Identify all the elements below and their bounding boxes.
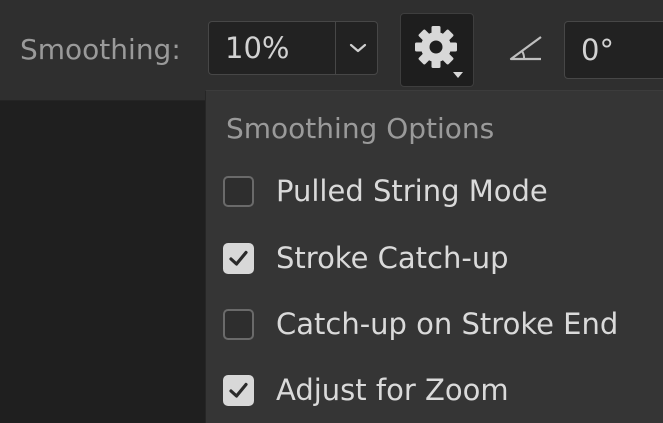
angle-icon [509, 36, 542, 61]
angle-field[interactable]: 0° [564, 21, 663, 79]
pulled-string-mode-checkbox[interactable] [223, 176, 254, 207]
smoothing-options-button[interactable] [400, 13, 474, 87]
option-adjust-for-zoom[interactable]: Adjust for Zoom [223, 368, 653, 416]
adjust-for-zoom-checkbox[interactable] [223, 375, 254, 406]
option-label: Stroke Catch-up [276, 241, 509, 275]
angle-value[interactable]: 0° [581, 30, 614, 70]
field-divider [335, 22, 336, 74]
option-stroke-catch-up[interactable]: Stroke Catch-up [223, 236, 653, 284]
option-catch-up-on-stroke-end[interactable]: Catch-up on Stroke End [223, 302, 653, 350]
option-label: Pulled String Mode [276, 174, 548, 208]
option-label: Catch-up on Stroke End [276, 307, 619, 341]
tool-options-bar: Smoothing: 10% 0° [0, 0, 663, 101]
option-pulled-string-mode[interactable]: Pulled String Mode [223, 169, 653, 217]
photoshop-window: Smoothing: 10% 0° Smoothing Options Pull… [0, 0, 663, 423]
checkmark-icon [229, 250, 248, 266]
smoothing-value[interactable]: 10% [225, 28, 289, 68]
caret-down-icon [453, 72, 463, 78]
smoothing-label: Smoothing: [20, 33, 181, 66]
chevron-down-icon[interactable] [339, 22, 377, 74]
smoothing-options-heading: Smoothing Options [226, 112, 495, 145]
smoothing-field[interactable]: 10% [208, 21, 378, 75]
stroke-catch-up-checkbox[interactable] [223, 243, 254, 274]
smoothing-options-popup: Smoothing Options Pulled String Mode Str… [205, 90, 663, 423]
checkmark-icon [229, 382, 248, 398]
catch-up-on-stroke-end-checkbox[interactable] [223, 309, 254, 340]
option-label: Adjust for Zoom [276, 373, 509, 407]
gear-icon [415, 26, 457, 68]
